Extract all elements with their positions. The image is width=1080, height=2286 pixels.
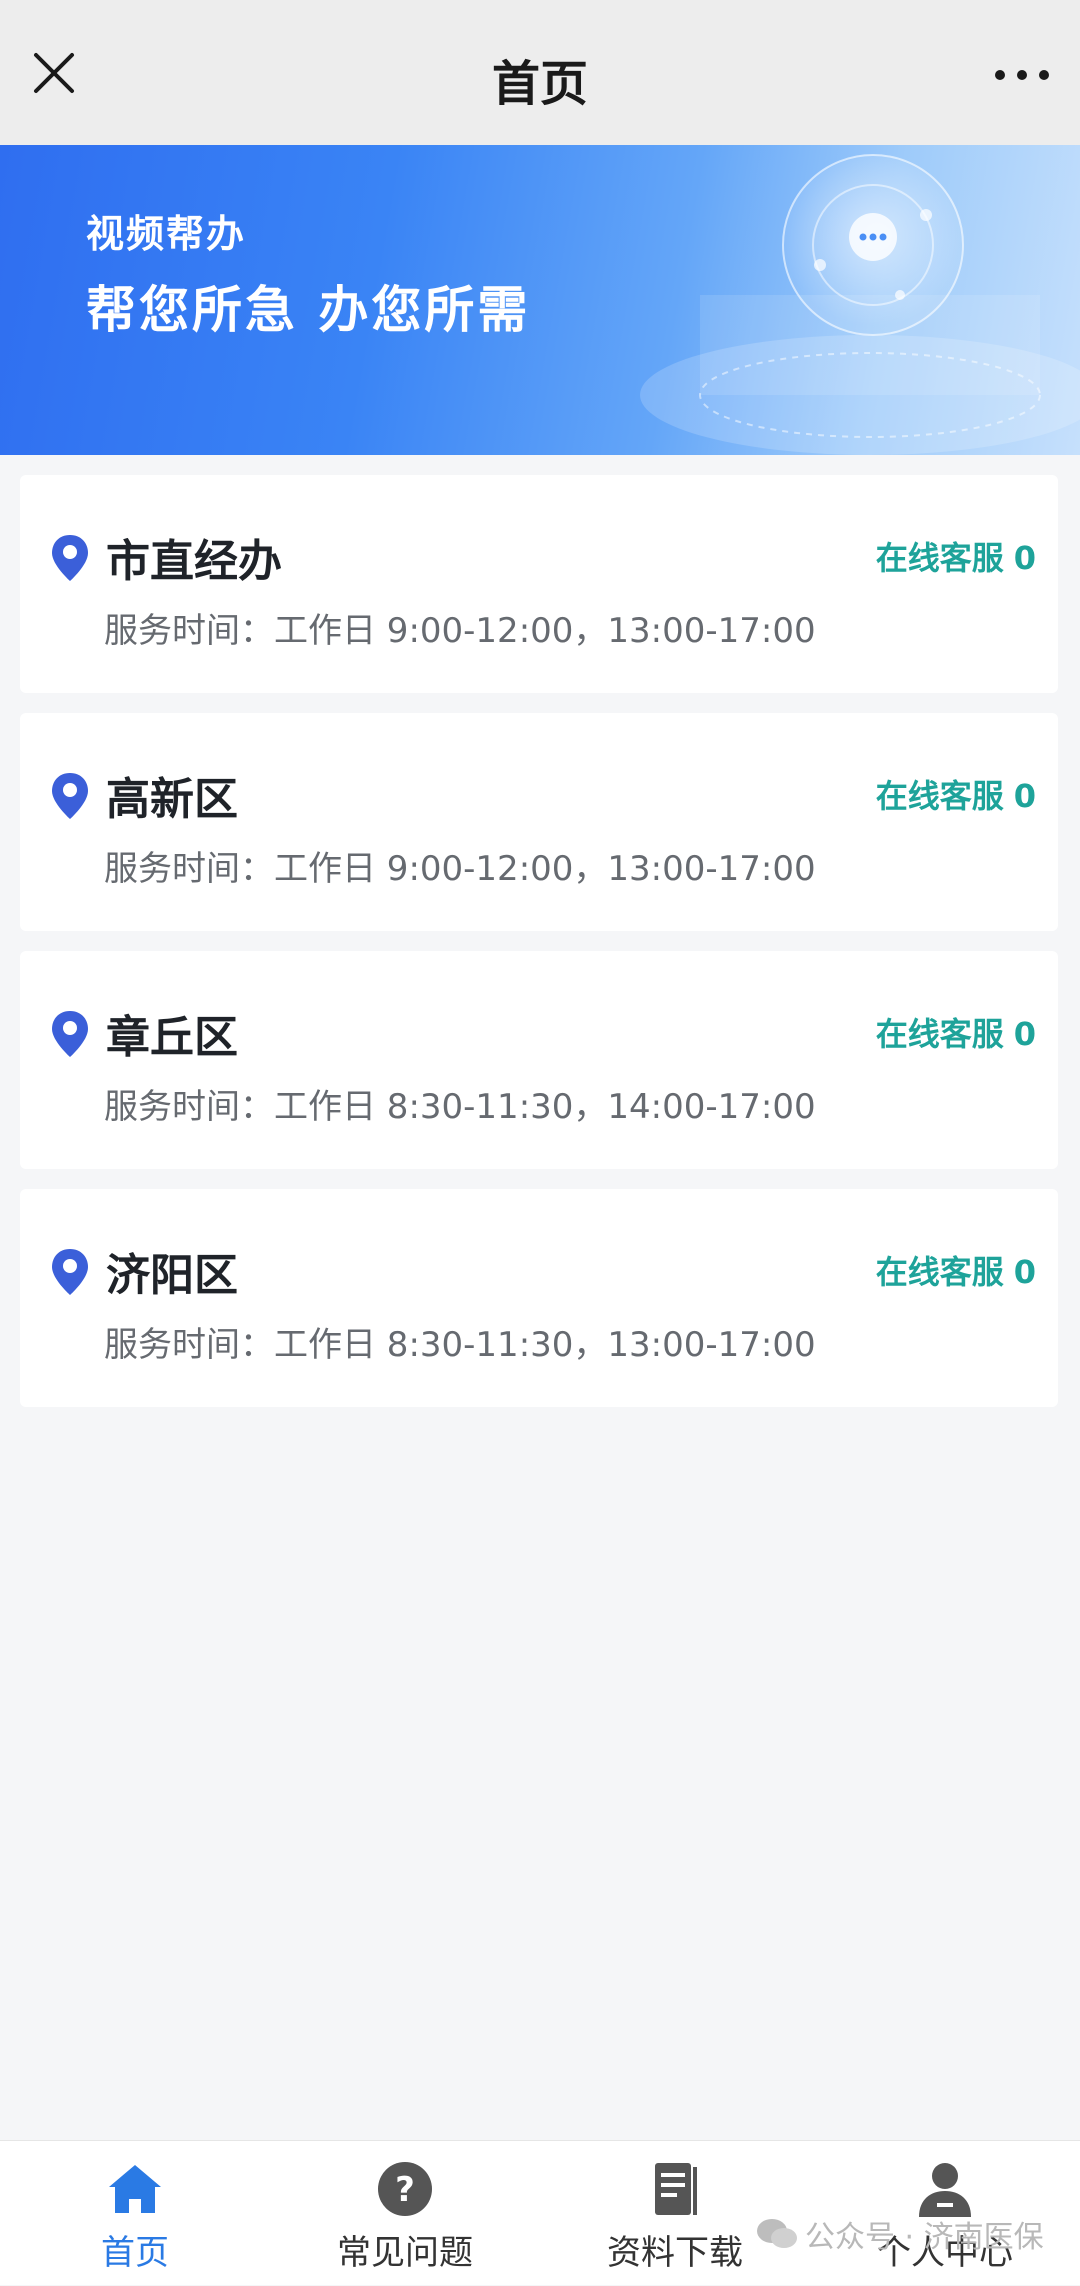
- wechat-icon: [757, 2219, 797, 2248]
- online-count: 0: [1013, 1015, 1036, 1053]
- banner-slogan: 帮您所急 办您所需: [86, 281, 531, 339]
- service-hours: 服务时间：工作日 8:30-11:30，13:00-17:00: [104, 1325, 816, 1365]
- online-service-status[interactable]: 在线客服 0: [876, 1009, 1036, 1055]
- service-hours: 服务时间：工作日 8:30-11:30，14:00-17:00: [104, 1087, 816, 1127]
- chat-globe-illustration: [560, 145, 1080, 455]
- banner: 视频帮办 帮您所急 办您所需: [0, 145, 1080, 455]
- location-pin-icon: [50, 533, 90, 583]
- location-pin-icon: [50, 1247, 90, 1297]
- location-pin-icon: [50, 771, 90, 821]
- wechat-watermark: 公众号 · 济南医保: [755, 2212, 1044, 2256]
- online-label: 在线客服: [875, 1253, 1004, 1291]
- more-icon[interactable]: [990, 50, 1054, 100]
- user-icon: [915, 2159, 975, 2219]
- online-label: 在线客服: [875, 1015, 1004, 1053]
- online-count: 0: [1013, 1253, 1036, 1291]
- svg-text:?: ?: [395, 2170, 415, 2210]
- location-pin-icon: [50, 1009, 90, 1059]
- tab-faq[interactable]: ? 常见问题: [270, 2141, 540, 2286]
- office-name: 章丘区: [106, 1012, 238, 1063]
- office-name: 济阳区: [106, 1250, 238, 1301]
- office-card-jiyang[interactable]: 济阳区 在线客服 0 服务时间：工作日 8:30-11:30，13:00-17:0…: [20, 1189, 1058, 1407]
- tab-home[interactable]: 首页: [0, 2141, 270, 2286]
- tab-label: 常见问题: [337, 2233, 473, 2273]
- top-bar: 首页: [0, 0, 1080, 145]
- online-service-status[interactable]: 在线客服 0: [876, 1247, 1036, 1293]
- office-card-gaoxin[interactable]: 高新区 在线客服 0 服务时间：工作日 9:00-12:00，13:00-17:0…: [20, 713, 1058, 931]
- page-title: 首页: [491, 56, 588, 112]
- online-label: 在线客服: [875, 539, 1004, 577]
- online-label: 在线客服: [875, 777, 1004, 815]
- office-card-shizhi[interactable]: 市直经办 在线客服 0 服务时间：工作日 9:00-12:00，13:00-17:…: [20, 475, 1058, 693]
- online-service-status[interactable]: 在线客服 0: [876, 533, 1036, 579]
- service-hours: 服务时间：工作日 9:00-12:00，13:00-17:00: [104, 611, 816, 651]
- watermark-text: 公众号 · 济南医保: [805, 2220, 1044, 2255]
- tab-label: 首页: [101, 2233, 169, 2273]
- online-count: 0: [1013, 777, 1036, 815]
- office-card-zhangqiu[interactable]: 章丘区 在线客服 0 服务时间：工作日 8:30-11:30，14:00-17:0…: [20, 951, 1058, 1169]
- office-name: 市直经办: [106, 536, 282, 587]
- service-hours: 服务时间：工作日 9:00-12:00，13:00-17:00: [104, 849, 816, 889]
- office-name: 高新区: [106, 774, 238, 825]
- online-count: 0: [1013, 539, 1036, 577]
- online-service-status[interactable]: 在线客服 0: [876, 771, 1036, 817]
- question-icon: ?: [375, 2159, 435, 2219]
- home-icon: [105, 2159, 165, 2219]
- document-icon: [645, 2159, 705, 2219]
- banner-subtitle: 视频帮办: [86, 212, 247, 256]
